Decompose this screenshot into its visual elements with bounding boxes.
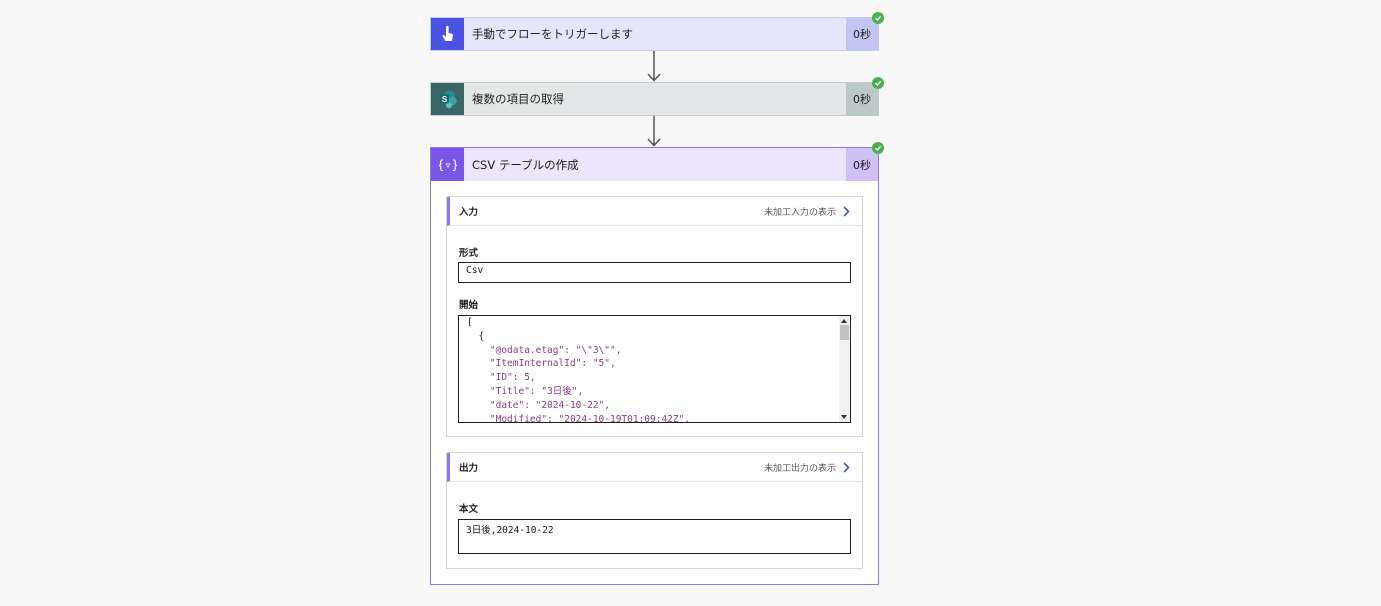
get-items-step[interactable]: S 複数の項目の取得 0秒 — [430, 82, 879, 116]
show-raw-outputs-link[interactable]: 未加工出力の表示 — [764, 461, 850, 474]
code-line: { — [467, 330, 485, 342]
code-line: "ID": 5, — [467, 372, 536, 384]
inputs-header: 入力 未加工入力の表示 — [447, 197, 862, 226]
step-title: CSV テーブルの作成 — [472, 157, 579, 172]
format-value: Csv — [466, 265, 484, 276]
success-check-icon — [872, 12, 884, 24]
data-operation-icon: {▿} — [431, 148, 464, 181]
from-code-content: [ { "@odata.etag": "\"3\"", "ItemInterna… — [459, 316, 850, 422]
body-label: 本文 — [459, 504, 479, 515]
body-field[interactable]: 3日後,2024-10-22 — [458, 519, 851, 554]
body-value: 3日後,2024-10-22 — [466, 525, 554, 536]
show-raw-inputs-link[interactable]: 未加工入力の表示 — [764, 205, 850, 218]
outputs-header: 出力 未加工出力の表示 — [447, 453, 862, 482]
step-title: 複数の項目の取得 — [472, 92, 564, 106]
connector-arrow-icon — [647, 51, 661, 82]
step-title: 手動でフローをトリガーします — [472, 27, 633, 41]
code-line: "date": "2024-10-22", — [467, 399, 610, 411]
code-line: [ — [467, 317, 473, 328]
step-duration: 0秒 — [846, 148, 878, 181]
code-scrollbar[interactable] — [839, 316, 850, 422]
code-line: "Title": "3日後", — [467, 385, 584, 397]
code-line: "ItemInternalId": "5", — [467, 358, 616, 370]
connector-arrow-icon — [647, 116, 661, 147]
svg-text:S: S — [441, 95, 447, 104]
svg-text:{▿}: {▿} — [439, 158, 457, 172]
show-raw-inputs-label: 未加工入力の表示 — [763, 207, 836, 218]
code-line: "@odata.etag": "\"3\"", — [467, 344, 622, 356]
chevron-right-icon — [843, 461, 850, 473]
success-check-icon — [872, 142, 884, 154]
success-check-icon — [872, 77, 884, 89]
step-duration: 0秒 — [846, 18, 878, 50]
scroll-up-icon[interactable] — [841, 319, 847, 323]
inputs-label: 入力 — [459, 207, 479, 218]
hand-touch-icon — [431, 18, 464, 50]
code-line: "Modified": "2024-10-19T01:09:42Z", — [467, 413, 691, 422]
trigger-step[interactable]: 手動でフローをトリガーします 0秒 — [430, 17, 879, 51]
outputs-panel: 出力 未加工出力の表示 本文 3日後,2024-10-22 — [446, 452, 863, 569]
create-csv-table-step: {▿} CSV テーブルの作成 0秒 入力 未加工入力の表示 形式 Csv 開始… — [430, 147, 879, 585]
show-raw-outputs-label: 未加工出力の表示 — [763, 463, 836, 474]
outputs-label: 出力 — [459, 463, 479, 474]
inputs-panel: 入力 未加工入力の表示 形式 Csv 開始 [ { "@odata.etag":… — [446, 196, 863, 437]
step-duration: 0秒 — [846, 83, 878, 115]
from-label: 開始 — [459, 300, 479, 311]
from-code-field[interactable]: [ { "@odata.etag": "\"3\"", "ItemInterna… — [458, 315, 851, 423]
scroll-thumb[interactable] — [840, 325, 849, 340]
step-header[interactable]: {▿} CSV テーブルの作成 0秒 — [431, 148, 878, 181]
sharepoint-icon: S — [431, 83, 464, 115]
format-field[interactable]: Csv — [458, 262, 851, 283]
chevron-right-icon — [843, 205, 850, 217]
format-label: 形式 — [459, 248, 479, 259]
scroll-down-icon[interactable] — [841, 415, 847, 419]
